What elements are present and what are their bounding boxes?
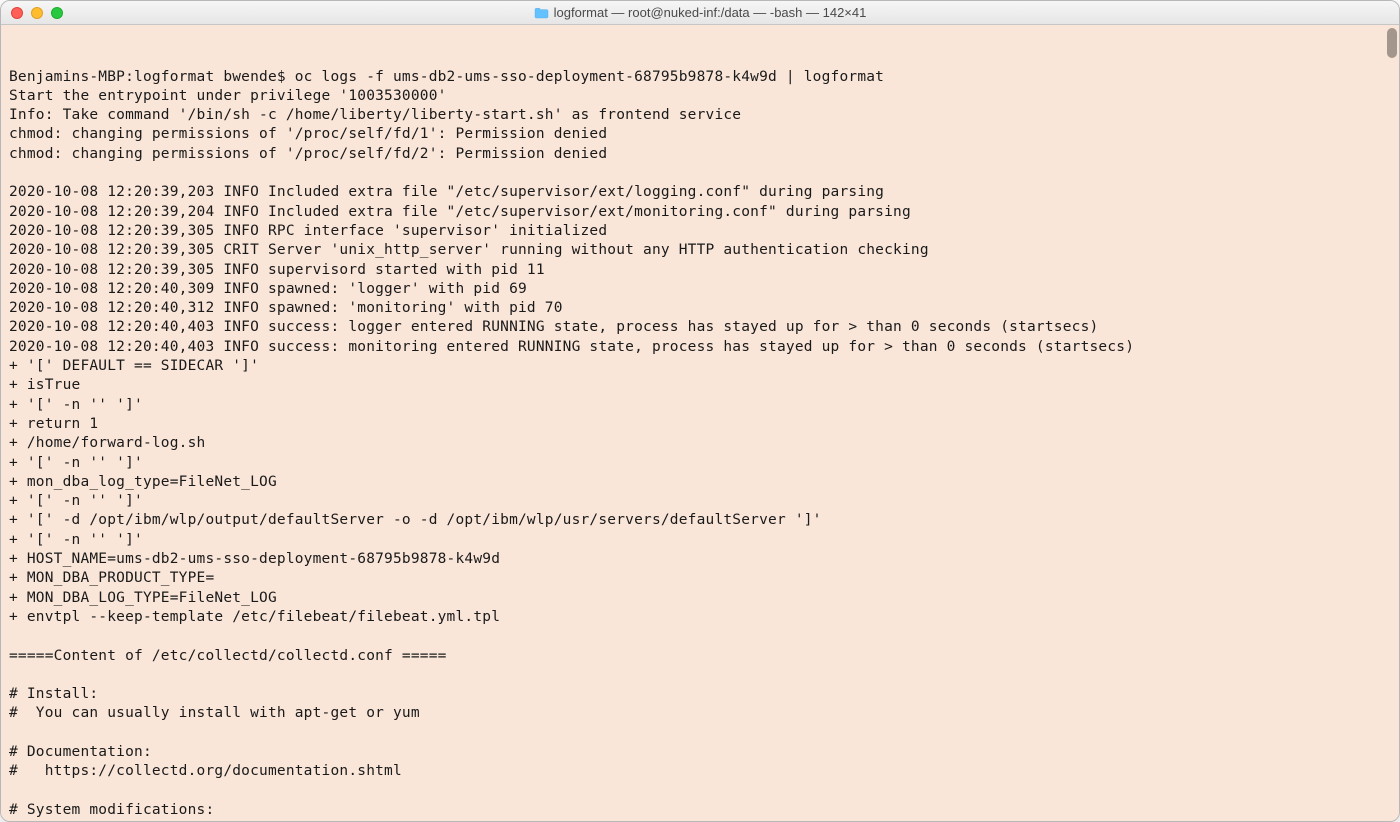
terminal-line: # Documentation:: [9, 743, 1391, 762]
terminal-line: # https://collectd.org/documentation.sht…: [9, 762, 1391, 781]
title-bar: logformat — root@nuked-inf:/data — -bash…: [1, 1, 1399, 25]
terminal-line: + '[' -n '' ']': [9, 396, 1391, 415]
terminal-line: 2020-10-08 12:20:39,305 INFO supervisord…: [9, 261, 1391, 280]
terminal-line: + envtpl --keep-template /etc/filebeat/f…: [9, 608, 1391, 627]
scrollbar-track[interactable]: [1384, 25, 1399, 821]
terminal-line: =====Content of /etc/collectd/collectd.c…: [9, 647, 1391, 666]
terminal-line: [9, 782, 1391, 801]
minimize-button[interactable]: [31, 7, 43, 19]
terminal-line: [9, 627, 1391, 646]
terminal-line: # Install:: [9, 685, 1391, 704]
terminal-line: 2020-10-08 12:20:39,204 INFO Included ex…: [9, 203, 1391, 222]
terminal-line: + '[' -n '' ']': [9, 492, 1391, 511]
zoom-button[interactable]: [51, 7, 63, 19]
terminal-line: + '[' -n '' ']': [9, 454, 1391, 473]
terminal-line: 2020-10-08 12:20:40,403 INFO success: mo…: [9, 338, 1391, 357]
folder-icon: [534, 7, 549, 19]
terminal-output: Benjamins-MBP:logformat bwende$ oc logs …: [9, 68, 1391, 821]
terminal-line: chmod: changing permissions of '/proc/se…: [9, 145, 1391, 164]
terminal-line: Benjamins-MBP:logformat bwende$ oc logs …: [9, 68, 1391, 87]
terminal-line: 2020-10-08 12:20:39,305 CRIT Server 'uni…: [9, 241, 1391, 260]
terminal-line: 2020-10-08 12:20:40,309 INFO spawned: 'l…: [9, 280, 1391, 299]
terminal-line: + HOST_NAME=ums-db2-ums-sso-deployment-6…: [9, 550, 1391, 569]
terminal-line: [9, 666, 1391, 685]
terminal-line: + '[' -n '' ']': [9, 531, 1391, 550]
terminal-line: + isTrue: [9, 376, 1391, 395]
window-title-container: logformat — root@nuked-inf:/data — -bash…: [1, 5, 1399, 20]
terminal-line: # None: [9, 820, 1391, 821]
terminal-line: + MON_DBA_PRODUCT_TYPE=: [9, 569, 1391, 588]
terminal-line: 2020-10-08 12:20:40,312 INFO spawned: 'm…: [9, 299, 1391, 318]
terminal-line: + mon_dba_log_type=FileNet_LOG: [9, 473, 1391, 492]
terminal-line: 2020-10-08 12:20:40,403 INFO success: lo…: [9, 318, 1391, 337]
traffic-lights: [1, 7, 63, 19]
terminal-line: Info: Take command '/bin/sh -c /home/lib…: [9, 106, 1391, 125]
terminal-line: + return 1: [9, 415, 1391, 434]
terminal-line: # System modifications:: [9, 801, 1391, 820]
window-title: logformat — root@nuked-inf:/data — -bash…: [554, 5, 867, 20]
terminal-body[interactable]: Benjamins-MBP:logformat bwende$ oc logs …: [1, 25, 1399, 821]
terminal-line: + '[' -d /opt/ibm/wlp/output/defaultServ…: [9, 511, 1391, 530]
terminal-line: # You can usually install with apt-get o…: [9, 704, 1391, 723]
terminal-line: + /home/forward-log.sh: [9, 434, 1391, 453]
terminal-line: + MON_DBA_LOG_TYPE=FileNet_LOG: [9, 589, 1391, 608]
terminal-line: chmod: changing permissions of '/proc/se…: [9, 125, 1391, 144]
terminal-line: + '[' DEFAULT == SIDECAR ']': [9, 357, 1391, 376]
terminal-line: [9, 164, 1391, 183]
terminal-line: Start the entrypoint under privilege '10…: [9, 87, 1391, 106]
terminal-line: 2020-10-08 12:20:39,305 INFO RPC interfa…: [9, 222, 1391, 241]
terminal-window: logformat — root@nuked-inf:/data — -bash…: [0, 0, 1400, 822]
close-button[interactable]: [11, 7, 23, 19]
terminal-line: [9, 724, 1391, 743]
terminal-line: 2020-10-08 12:20:39,203 INFO Included ex…: [9, 183, 1391, 202]
scrollbar-thumb[interactable]: [1387, 28, 1397, 58]
